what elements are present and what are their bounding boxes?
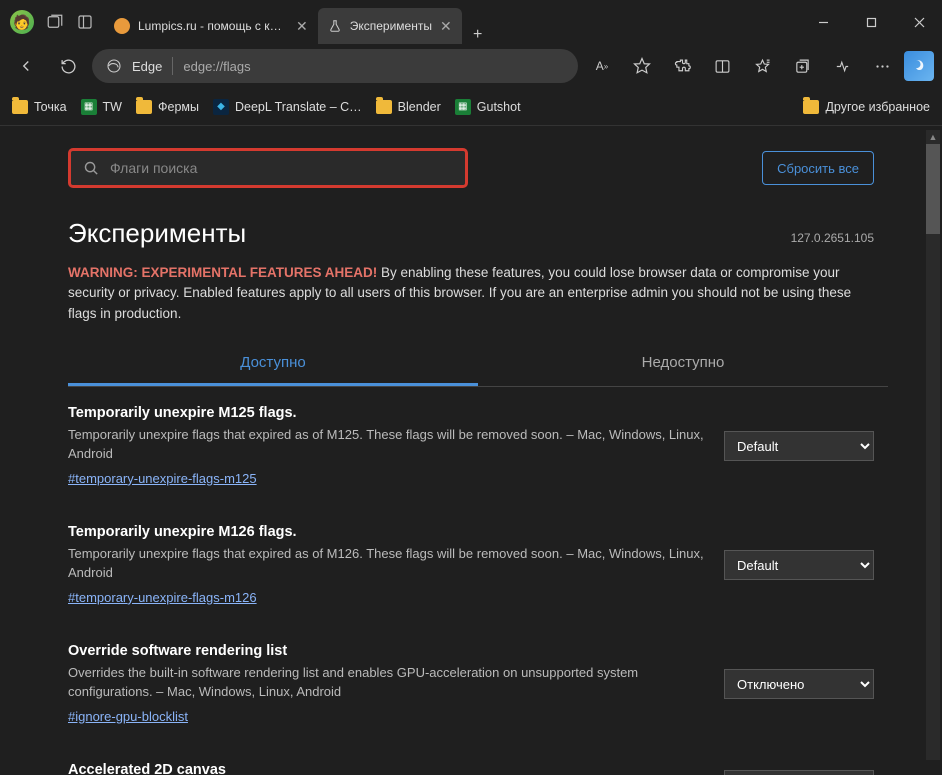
profile-avatar[interactable]: 🧑 xyxy=(10,10,34,34)
sheet-icon: ▦ xyxy=(81,99,97,115)
tab-unavailable[interactable]: Недоступно xyxy=(478,342,888,386)
flag-title: Override software rendering list xyxy=(68,643,704,659)
close-icon[interactable]: ✕ xyxy=(440,18,452,35)
bookmark-fermy[interactable]: Фермы xyxy=(136,100,199,114)
flag-item: Temporarily unexpire M126 flags. Temporar… xyxy=(68,506,888,625)
flag-anchor-link[interactable]: #temporary-unexpire-flags-m126 xyxy=(68,590,257,605)
refresh-button[interactable] xyxy=(50,48,86,84)
folder-icon xyxy=(12,100,28,114)
flag-item: Override software rendering list Override… xyxy=(68,625,888,744)
flag-description: Temporarily unexpire flags that expired … xyxy=(68,425,704,464)
back-button[interactable] xyxy=(8,48,44,84)
bookmarks-bar: Точка ▦TW Фермы ◆DeepL Translate – C… Bl… xyxy=(0,88,942,126)
warning-prefix: WARNING: EXPERIMENTAL FEATURES AHEAD! xyxy=(68,265,377,280)
browser-name: Edge xyxy=(132,59,162,74)
flag-title: Temporarily unexpire M126 flags. xyxy=(68,524,704,540)
favorite-button[interactable] xyxy=(624,48,660,84)
scroll-up-icon[interactable]: ▲ xyxy=(926,130,940,144)
flask-icon xyxy=(328,19,342,33)
deepl-icon: ◆ xyxy=(213,99,229,115)
flag-select[interactable]: Default xyxy=(724,431,874,461)
scrollbar[interactable]: ▲ xyxy=(926,130,940,760)
bookmark-other-favorites[interactable]: Другое избранное xyxy=(803,100,930,114)
tab-title: Эксперименты xyxy=(350,19,432,33)
flag-anchor-link[interactable]: #ignore-gpu-blocklist xyxy=(68,709,188,724)
flag-description: Overrides the built-in software renderin… xyxy=(68,663,704,702)
flag-item: Temporarily unexpire M125 flags. Temporar… xyxy=(68,387,888,506)
flag-item: Accelerated 2D canvasEnables the use of … xyxy=(68,744,888,775)
url-text: edge://flags xyxy=(183,59,250,74)
page-content: Сбросить все Эксперименты 127.0.2651.105… xyxy=(0,126,942,775)
tab-available[interactable]: Доступно xyxy=(68,342,478,386)
bookmark-gutshot[interactable]: ▦Gutshot xyxy=(455,99,521,115)
close-window-button[interactable] xyxy=(896,6,942,38)
close-icon[interactable]: ✕ xyxy=(296,18,308,35)
edge-logo-icon xyxy=(106,58,122,74)
flag-select[interactable]: Включено xyxy=(724,770,874,775)
read-aloud-button[interactable]: A» xyxy=(584,48,620,84)
search-flags-box[interactable] xyxy=(68,148,468,188)
flag-title: Accelerated 2D canvas xyxy=(68,762,704,775)
browser-toolbar: Edge edge://flags A» xyxy=(0,44,942,88)
reset-all-button[interactable]: Сбросить все xyxy=(762,151,874,185)
maximize-button[interactable] xyxy=(848,6,894,38)
extensions-button[interactable] xyxy=(664,48,700,84)
folder-icon xyxy=(376,100,392,114)
tab-favicon-icon xyxy=(114,18,130,34)
vertical-tabs-icon[interactable] xyxy=(76,13,94,31)
divider xyxy=(172,57,173,75)
flag-select[interactable]: Отключено xyxy=(724,669,874,699)
copilot-button[interactable] xyxy=(904,51,934,81)
scroll-thumb[interactable] xyxy=(926,144,940,234)
search-input[interactable] xyxy=(110,160,453,176)
flag-select[interactable]: Default xyxy=(724,550,874,580)
browser-tab-lumpics[interactable]: Lumpics.ru - помощь с компью… ✕ xyxy=(104,8,318,44)
folder-icon xyxy=(803,100,819,114)
folder-icon xyxy=(136,100,152,114)
more-menu-button[interactable] xyxy=(864,48,900,84)
window-titlebar: 🧑 Lumpics.ru - помощь с компью… ✕ Экспер… xyxy=(0,0,942,44)
favorites-button[interactable] xyxy=(744,48,780,84)
workspaces-icon[interactable] xyxy=(46,13,64,31)
bookmark-tochka[interactable]: Точка xyxy=(12,100,67,114)
tab-title: Lumpics.ru - помощь с компью… xyxy=(138,19,288,33)
warning-text: WARNING: EXPERIMENTAL FEATURES AHEAD! By… xyxy=(68,257,888,342)
flag-description: Temporarily unexpire flags that expired … xyxy=(68,544,704,583)
new-tab-button[interactable]: + xyxy=(462,26,494,44)
split-screen-button[interactable] xyxy=(704,48,740,84)
bookmark-tw[interactable]: ▦TW xyxy=(81,99,122,115)
health-button[interactable] xyxy=(824,48,860,84)
version-label: 127.0.2651.105 xyxy=(791,231,874,245)
browser-tab-experiments[interactable]: Эксперименты ✕ xyxy=(318,8,462,44)
flag-title: Temporarily unexpire M125 flags. xyxy=(68,405,704,421)
address-bar[interactable]: Edge edge://flags xyxy=(92,49,578,83)
page-title: Эксперименты xyxy=(68,218,246,249)
bookmark-deepl[interactable]: ◆DeepL Translate – C… xyxy=(213,99,362,115)
flag-anchor-link[interactable]: #temporary-unexpire-flags-m125 xyxy=(68,471,257,486)
minimize-button[interactable] xyxy=(800,6,846,38)
search-icon xyxy=(83,160,100,177)
sheet-icon: ▦ xyxy=(455,99,471,115)
collections-button[interactable] xyxy=(784,48,820,84)
flags-tabs: Доступно Недоступно xyxy=(68,342,888,387)
bookmark-blender[interactable]: Blender xyxy=(376,100,441,114)
